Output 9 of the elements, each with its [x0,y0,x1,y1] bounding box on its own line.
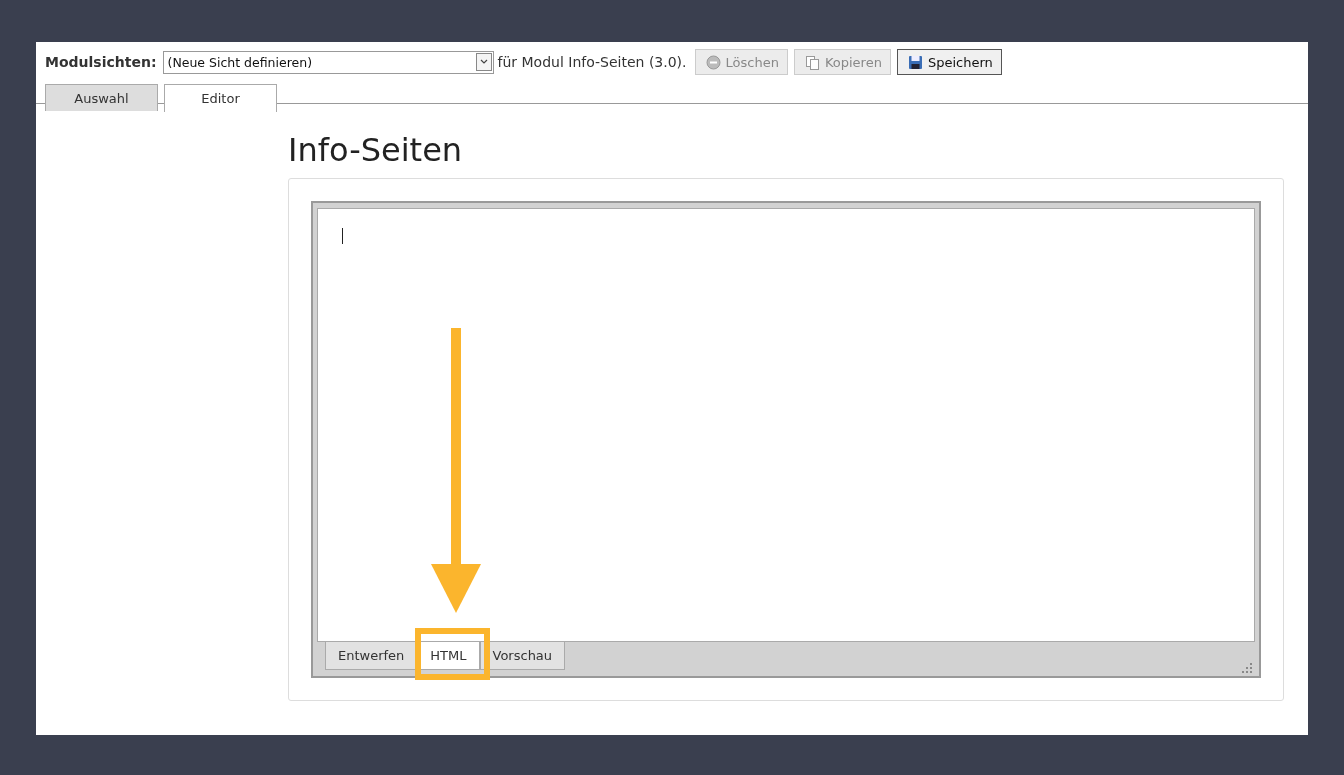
tab[interactable]: Editor [164,84,277,112]
editor-mode-tab[interactable]: Entwerfen [325,642,418,670]
tab[interactable]: Auswahl [45,84,158,111]
page-title: Info-Seiten [288,130,464,170]
view-select[interactable]: (Neue Sicht definieren) [162,50,494,74]
editor-mode-tab[interactable]: Vorschau [479,642,566,670]
save-button[interactable]: Speichern [896,49,1002,75]
views-label: Modulsichten: [45,54,157,70]
module-text: für Modul Info-Seiten (3.0). [497,54,687,70]
